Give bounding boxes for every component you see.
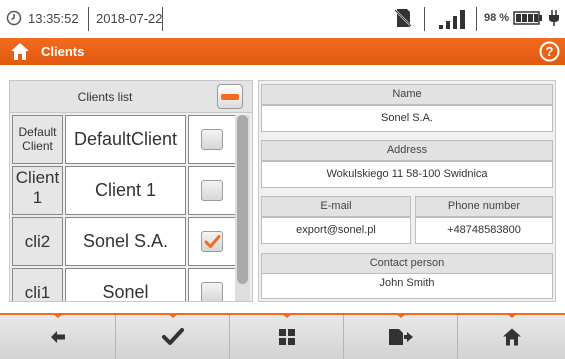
home-button[interactable]	[458, 313, 565, 359]
clients-list-title: Clients list	[77, 90, 133, 104]
status-date: 2018-07-22	[96, 11, 163, 26]
notch-marker	[394, 313, 407, 318]
title-bar: Clients ?	[0, 38, 565, 65]
confirm-button[interactable]	[116, 313, 230, 359]
status-time: 13:35:52	[28, 11, 79, 26]
divider	[424, 7, 425, 31]
export-to-card-button[interactable]	[344, 313, 458, 359]
page-title: Clients	[41, 44, 85, 59]
client-id-cell: Default Client	[12, 115, 63, 164]
bottom-toolbar	[0, 313, 565, 359]
client-name-cell: Sonel S.A.	[65, 217, 186, 266]
select-all-checkbox[interactable]	[217, 84, 243, 109]
status-bar: 13:35:52 2018-07-22 98 %	[0, 0, 565, 37]
confirm-check-icon	[161, 328, 184, 345]
list-scrollbar[interactable]	[235, 115, 250, 301]
grid-button[interactable]	[230, 313, 344, 359]
client-details-panel: Name Sonel S.A. Address Wokulskiego 11 5…	[258, 80, 556, 302]
client-checkbox[interactable]	[201, 282, 223, 301]
divider	[162, 7, 163, 31]
client-id-cell: cli1	[12, 268, 63, 301]
notch-marker	[280, 313, 293, 318]
phone-field[interactable]: +48748583800	[415, 217, 553, 244]
checkmark-icon	[204, 235, 221, 248]
address-label: Address	[261, 140, 553, 161]
email-label: E-mail	[261, 196, 411, 217]
client-checkbox[interactable]	[201, 129, 223, 150]
client-name-cell: Sonel	[65, 268, 186, 301]
clients-list-header: Clients list	[10, 81, 252, 113]
clock-icon	[6, 10, 22, 26]
table-row[interactable]: Client 1 Client 1	[12, 166, 242, 215]
client-name-cell: Client 1	[65, 166, 186, 215]
signal-strength-icon	[439, 10, 465, 29]
no-sd-card-icon	[394, 9, 412, 27]
client-checkbox-checked[interactable]	[201, 231, 223, 252]
client-id-cell: Client 1	[12, 166, 63, 215]
client-name-cell: DefaultClient	[65, 115, 186, 164]
address-field[interactable]: Wokulskiego 11 58-100 Swidnica	[261, 161, 553, 188]
battery-icon	[513, 11, 542, 25]
notch-marker	[505, 313, 518, 318]
clients-list-panel: Clients list Default Client DefaultClien…	[9, 80, 253, 302]
back-button[interactable]	[0, 313, 116, 359]
home-icon[interactable]	[10, 42, 30, 61]
grid-icon	[278, 329, 295, 345]
table-row[interactable]: cli2 Sonel S.A.	[12, 217, 242, 266]
name-label: Name	[261, 84, 553, 105]
scrollbar-thumb[interactable]	[237, 115, 248, 284]
help-icon[interactable]: ?	[539, 41, 560, 62]
battery-percent: 98 %	[484, 12, 510, 24]
divider	[88, 7, 89, 31]
client-checkbox-cell	[188, 166, 236, 215]
table-row[interactable]: cli1 Sonel	[12, 268, 242, 301]
divider	[476, 7, 477, 31]
notch-marker	[51, 313, 64, 318]
clients-screen: 13:35:52 2018-07-22 98 % Clients ? Clien…	[0, 0, 565, 359]
home-icon	[502, 328, 521, 346]
contact-person-field[interactable]: John Smith	[261, 273, 553, 299]
memory-card-export-icon	[388, 329, 413, 345]
power-plug-icon	[549, 10, 559, 26]
client-checkbox[interactable]	[201, 180, 223, 201]
back-arrow-icon	[50, 331, 65, 343]
client-id-cell: cli2	[12, 217, 63, 266]
name-field[interactable]: Sonel S.A.	[261, 105, 553, 132]
client-checkbox-cell	[188, 115, 236, 164]
table-row[interactable]: Default Client DefaultClient	[12, 115, 242, 164]
contact-person-label: Contact person	[261, 253, 553, 274]
client-checkbox-cell	[188, 268, 236, 301]
client-checkbox-cell	[188, 217, 236, 266]
phone-label: Phone number	[415, 196, 553, 217]
svg-text:?: ?	[546, 44, 554, 59]
partial-selection-indicator	[221, 94, 239, 100]
notch-marker	[166, 313, 179, 318]
email-field[interactable]: export@sonel.pl	[261, 217, 411, 244]
